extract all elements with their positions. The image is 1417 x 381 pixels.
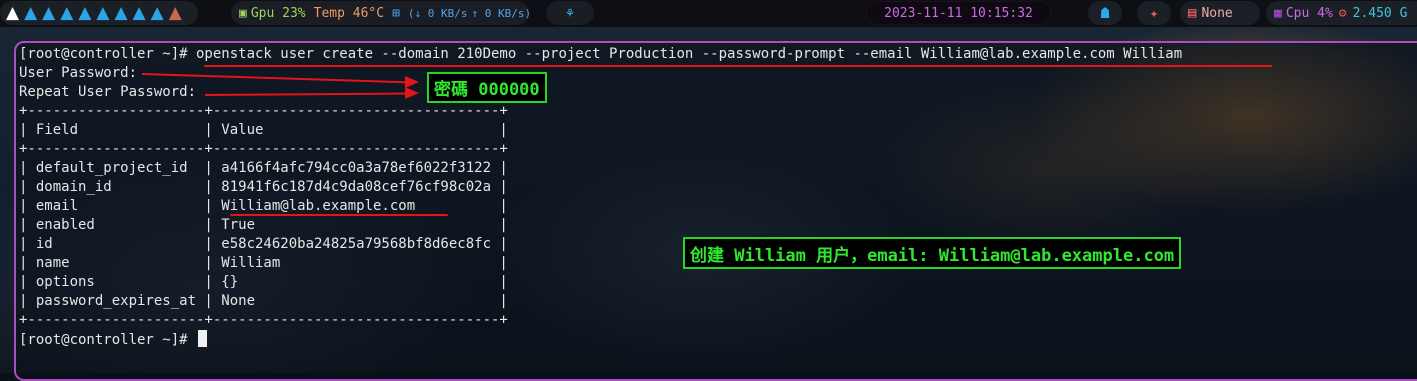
text-cursor — [198, 330, 208, 347]
net-down: (↓ 0 KB/s — [407, 6, 468, 20]
kali-dragon-icon: ⚘ — [566, 5, 574, 21]
repeat-password-prompt: Repeat User Password: — [19, 84, 197, 100]
workspace-10-icon[interactable]: ▲ — [169, 3, 182, 23]
workspace-9-icon[interactable]: ▲ — [151, 3, 164, 23]
net-up-value: ↑ 0 KB/s — [471, 6, 525, 20]
kali-launcher[interactable]: ⚘ — [546, 1, 594, 25]
gpu-icon: ▣ — [239, 5, 247, 21]
table-row: | password_expires_at | None | — [19, 293, 508, 309]
memory-value: None — [1201, 5, 1233, 21]
workspace-6-icon[interactable]: ▲ — [96, 3, 109, 23]
ghost-icon: ☗ — [1100, 4, 1110, 22]
gpu-usage: Gpu 23% — [250, 5, 306, 21]
temperature: Temp 46°C — [313, 5, 385, 21]
table-row: | name | William | — [19, 255, 508, 271]
ghost-tray[interactable]: ☗ — [1088, 1, 1122, 25]
memory-tray[interactable]: ▤ None — [1180, 1, 1260, 25]
toolbox-icon: ▤ — [1188, 5, 1197, 21]
workspace-3-icon[interactable]: ▲ — [42, 3, 55, 23]
table-header-row: | Field | Value | — [19, 122, 508, 138]
table-row: | default_project_id | a4166f4afc794cc0a… — [19, 160, 508, 176]
command-underline — [204, 65, 1272, 67]
workspace-switcher: ▲ ▲ ▲ ▲ ▲ ▲ ▲ ▲ ▲ ▲ — [0, 1, 198, 25]
workspace-2-icon[interactable]: ▲ — [24, 3, 37, 23]
shell-prompt-text: [root@controller ~]# — [19, 332, 197, 348]
command-line: [root@controller ~]# openstack user crea… — [19, 46, 1183, 62]
cpu-usage: Cpu 4% — [1285, 5, 1333, 21]
table-row: | domain_id | 81941f6c187d4c9da08cef76cf… — [19, 179, 508, 195]
table-border-header: +---------------------+-----------------… — [19, 141, 508, 157]
net-up: ↑ 0 KB/s) — [471, 6, 532, 20]
cpu-tray[interactable]: ▦ Cpu 4% ⚙ 2.450 G — [1266, 1, 1417, 25]
cpu-chip-icon: ▦ — [1274, 5, 1282, 21]
top-panel: ▲ ▲ ▲ ▲ ▲ ▲ ▲ ▲ ▲ ▲ ▣ Gpu 23% Temp 46°C … — [0, 0, 1417, 27]
cpu-frequency: 2.450 G — [1352, 5, 1408, 21]
password-annotation: 密碼 000000 — [427, 72, 547, 103]
cpu-freq-icon: ⚙ — [1338, 5, 1347, 21]
clock[interactable]: 2023-11-11 10:15:32 — [866, 1, 1051, 25]
email-underline — [230, 214, 448, 216]
workspace-5-icon[interactable]: ▲ — [78, 3, 91, 23]
workspace-1-icon[interactable]: ▲ — [6, 3, 19, 23]
create-user-annotation: 创建 William 用户，email: William@lab.example… — [683, 237, 1182, 269]
sparkle-icon: ✦ — [1149, 4, 1159, 22]
shell-prompt[interactable]: [root@controller ~]# — [19, 330, 208, 350]
table-row: | enabled | True | — [19, 217, 508, 233]
workspace-7-icon[interactable]: ▲ — [114, 3, 127, 23]
arrow-repeat-password-head — [405, 87, 419, 99]
workspace-4-icon[interactable]: ▲ — [60, 3, 73, 23]
workspace-8-icon[interactable]: ▲ — [133, 3, 146, 23]
system-stats: ▣ Gpu 23% Temp 46°C ⊞ (↓ 0 KB/s ↑ 0 KB/s… — [231, 1, 532, 25]
clock-datetime: 2023-11-11 10:15:32 — [884, 5, 1033, 21]
ai-tray[interactable]: ✦ — [1137, 1, 1171, 25]
table-row: | options | {} | — [19, 274, 508, 290]
table-border-bottom: +---------------------+-----------------… — [19, 312, 508, 328]
table-border-top: +---------------------+-----------------… — [19, 103, 508, 119]
table-row: | id | e58c24620ba24825a79568bf8d6ec8fc … — [19, 236, 508, 252]
net-down-value: ↓ 0 KB/s — [414, 6, 468, 20]
network-icon: ⊞ — [392, 5, 400, 21]
password-prompt: User Password: — [19, 65, 138, 81]
